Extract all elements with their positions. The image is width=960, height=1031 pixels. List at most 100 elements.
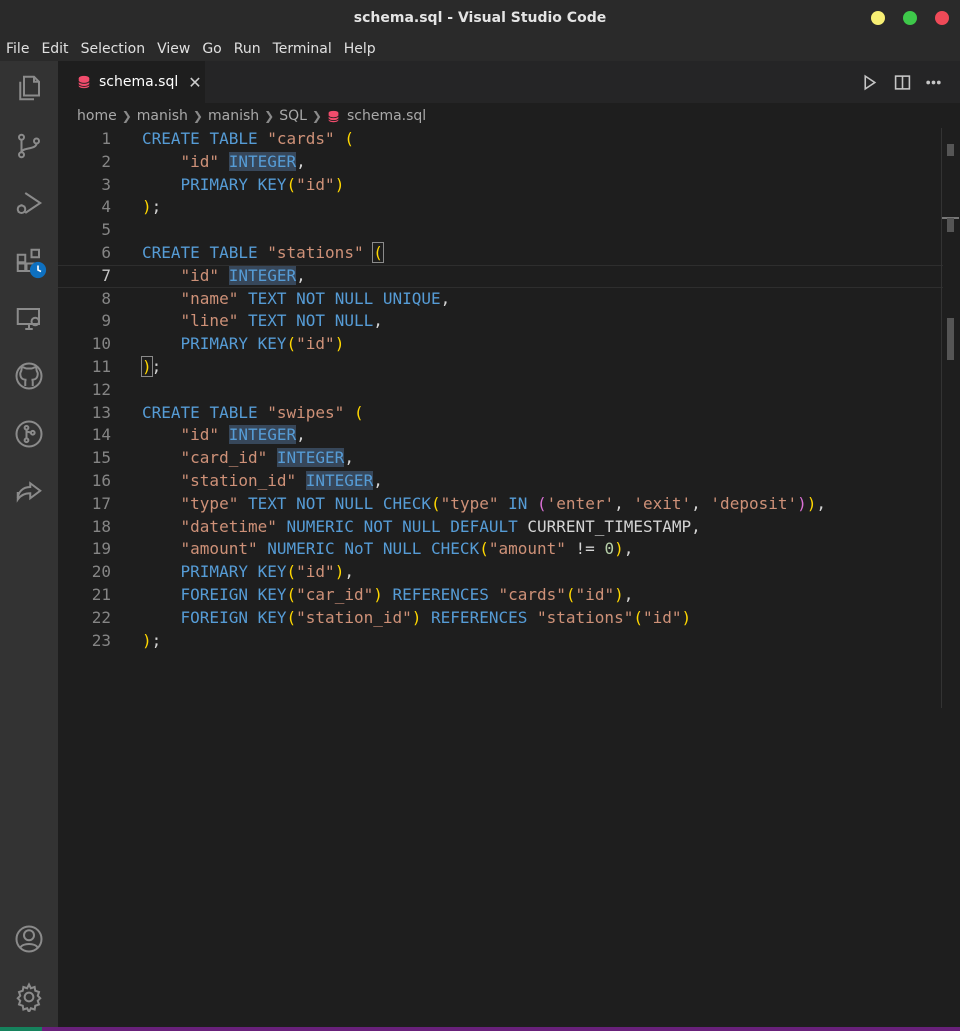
chevron-right-icon: ❯ [311, 109, 322, 123]
code-text: CREATE TABLE "cards" ( [142, 129, 354, 148]
code-line[interactable]: 16 "station_id" INTEGER, [58, 470, 943, 493]
github-icon[interactable] [9, 356, 49, 396]
line-number: 18 [91, 516, 111, 536]
code-line[interactable]: 21 FOREIGN KEY("car_id") REFERENCES "car… [58, 584, 943, 607]
line-number: 4 [101, 197, 111, 217]
scroll-marker [947, 318, 954, 360]
run-debug-icon[interactable] [9, 183, 49, 223]
code-line[interactable]: 7 "id" INTEGER, [58, 265, 943, 288]
code-line[interactable]: 2 "id" INTEGER, [58, 151, 943, 174]
code-line[interactable]: 20 PRIMARY KEY("id"), [58, 561, 943, 584]
close-window-button[interactable] [935, 11, 949, 25]
menu-bar: File Edit Selection View Go Run Terminal… [0, 36, 960, 61]
code-line[interactable]: 10 PRIMARY KEY("id") [58, 333, 943, 356]
code-line[interactable]: 3 PRIMARY KEY("id") [58, 174, 943, 197]
split-editor-icon[interactable] [891, 71, 913, 93]
code-line[interactable]: 22 FOREIGN KEY("station_id") REFERENCES … [58, 607, 943, 630]
more-actions-icon[interactable] [922, 71, 944, 93]
code-text: CREATE TABLE "stations" ( [142, 241, 384, 263]
code-line[interactable]: 8 "name" TEXT NOT NULL UNIQUE, [58, 288, 943, 311]
scroll-marker [947, 218, 954, 232]
line-number: 23 [91, 630, 111, 650]
code-line[interactable]: 1 CREATE TABLE "cards" ( [58, 128, 943, 151]
menu-run[interactable]: Run [228, 41, 267, 57]
breadcrumb-home[interactable]: home [77, 108, 117, 124]
line-number: 7 [101, 265, 111, 285]
line-number: 9 [101, 311, 111, 331]
menu-file[interactable]: File [0, 41, 35, 57]
editor-area: schema.sql ✕ home ❯ manish ❯ manish ❯ SQ… [58, 61, 960, 1027]
line-number: 1 [101, 129, 111, 148]
code-line[interactable]: 9 "line" TEXT NOT NULL, [58, 310, 943, 333]
menu-terminal[interactable]: Terminal [267, 41, 338, 57]
line-number: 19 [91, 539, 111, 559]
code-line[interactable]: 15 "card_id" INTEGER, [58, 447, 943, 470]
menu-help[interactable]: Help [338, 41, 382, 57]
code-line[interactable]: 6 CREATE TABLE "stations" ( [58, 241, 943, 265]
vertical-scrollbar[interactable] [941, 128, 960, 708]
status-bar [0, 1027, 960, 1031]
code-text: PRIMARY KEY("id"), [180, 562, 354, 582]
code-text: CREATE TABLE "swipes" ( [142, 402, 364, 422]
code-line[interactable]: 23); [58, 630, 943, 653]
code-text: ); [142, 197, 162, 217]
live-share-icon[interactable] [9, 472, 49, 512]
extensions-icon[interactable] [9, 241, 49, 281]
code-line[interactable]: 19 "amount" NUMERIC NoT NULL CHECK("amou… [58, 538, 943, 561]
code-line[interactable]: 17 "type" TEXT NOT NULL CHECK("type" IN … [58, 493, 943, 516]
accounts-icon[interactable] [9, 919, 49, 959]
code-line[interactable]: 13 CREATE TABLE "swipes" ( [58, 402, 943, 425]
menu-selection[interactable]: Selection [75, 41, 152, 57]
menu-edit[interactable]: Edit [35, 41, 74, 57]
window-title: schema.sql - Visual Studio Code [353, 10, 607, 26]
code-text: "id" INTEGER, [180, 265, 306, 285]
chevron-right-icon: ❯ [192, 109, 203, 123]
breadcrumb: home ❯ manish ❯ manish ❯ SQL ❯ schema.sq… [58, 105, 426, 127]
code-text: PRIMARY KEY("id") [180, 174, 345, 194]
code-line[interactable]: 11); [58, 355, 943, 379]
line-number: 22 [91, 607, 111, 627]
tab-close-button[interactable]: ✕ [188, 73, 201, 92]
breadcrumb-file[interactable]: schema.sql [347, 108, 426, 124]
code-text: PRIMARY KEY("id") [180, 334, 345, 354]
run-icon[interactable] [858, 71, 880, 93]
line-number: 6 [101, 242, 111, 262]
tab-schema-sql[interactable]: schema.sql ✕ [58, 61, 205, 103]
remote-indicator[interactable] [0, 1027, 42, 1031]
line-number: 17 [91, 493, 111, 513]
breadcrumb-manish-1[interactable]: manish [137, 108, 188, 124]
git-graph-icon[interactable] [9, 414, 49, 454]
remote-explorer-icon[interactable] [9, 299, 49, 339]
menu-view[interactable]: View [151, 41, 196, 57]
line-number: 3 [101, 174, 111, 194]
clock-badge-icon [29, 261, 47, 279]
code-text: "amount" NUMERIC NoT NULL CHECK("amount"… [180, 539, 634, 559]
breadcrumb-sql[interactable]: SQL [279, 108, 307, 124]
code-line[interactable]: 18 "datetime" NUMERIC NOT NULL DEFAULT C… [58, 516, 943, 539]
code-text: FOREIGN KEY("station_id") REFERENCES "st… [180, 607, 692, 627]
breadcrumb-manish-2[interactable]: manish [208, 108, 259, 124]
files-icon[interactable] [9, 68, 49, 108]
code-text: "datetime" NUMERIC NOT NULL DEFAULT CURR… [180, 516, 701, 536]
source-control-icon[interactable] [9, 126, 49, 166]
line-number: 14 [91, 425, 111, 445]
line-number: 5 [101, 220, 111, 240]
code-line[interactable]: 14 "id" INTEGER, [58, 424, 943, 447]
settings-gear-icon[interactable] [9, 977, 49, 1017]
line-number: 8 [101, 288, 111, 308]
code-text: ); [141, 355, 162, 377]
tab-label: schema.sql [99, 74, 179, 90]
menu-go[interactable]: Go [196, 41, 227, 57]
scroll-marker [947, 144, 954, 156]
line-number: 11 [91, 356, 111, 376]
code-editor[interactable]: 1 CREATE TABLE "cards" ( 2 "id" INTEGER, 3 … [58, 128, 943, 652]
minimize-button[interactable] [871, 11, 885, 25]
database-icon [78, 75, 90, 89]
code-line[interactable]: 5 [58, 219, 943, 242]
maximize-button[interactable] [903, 11, 917, 25]
code-line[interactable]: 4); [58, 196, 943, 219]
chevron-right-icon: ❯ [121, 109, 132, 123]
code-text: "name" TEXT NOT NULL UNIQUE, [180, 288, 451, 308]
code-text: "line" TEXT NOT NULL, [180, 311, 383, 331]
code-line[interactable]: 12 [58, 379, 943, 402]
